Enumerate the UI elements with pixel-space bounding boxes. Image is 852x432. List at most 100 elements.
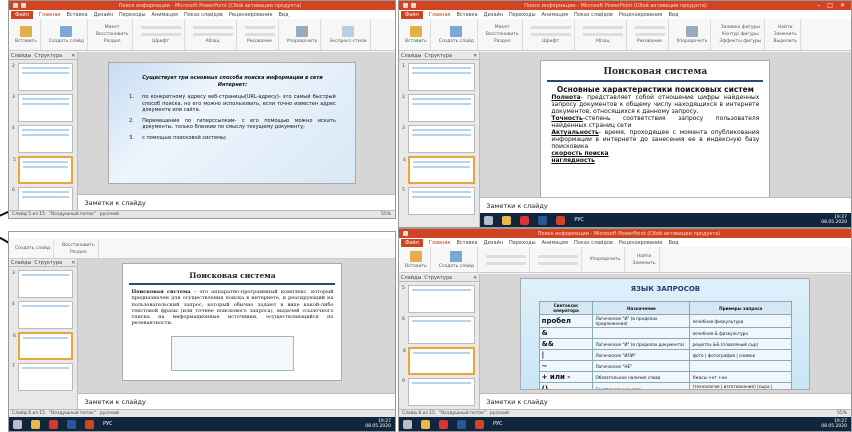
tab-animation[interactable]: Анимация bbox=[542, 12, 568, 18]
find-button[interactable]: Найти bbox=[778, 25, 793, 30]
tab-file[interactable]: Файл bbox=[401, 238, 423, 247]
explorer-icon[interactable] bbox=[502, 215, 512, 225]
start-icon[interactable] bbox=[484, 215, 494, 225]
tab-slides[interactable]: Слайды bbox=[401, 53, 421, 59]
new-slide-button[interactable]: Создать слайд bbox=[436, 247, 478, 272]
slide-canvas[interactable]: ЯЗЫК ЗАПРОСОВ Синтаксис оператора Назначе… bbox=[520, 278, 811, 390]
maximize-icon[interactable]: □ bbox=[825, 2, 835, 9]
select-button[interactable]: Выделить bbox=[773, 39, 797, 44]
tab-design[interactable]: Дизайн bbox=[94, 12, 113, 18]
save-icon[interactable] bbox=[403, 231, 408, 236]
word-icon[interactable] bbox=[457, 419, 466, 429]
undo-icon[interactable] bbox=[21, 3, 26, 8]
word-icon[interactable] bbox=[67, 419, 76, 429]
close-icon[interactable]: ✕ bbox=[473, 53, 479, 59]
explorer-icon[interactable] bbox=[421, 419, 430, 429]
tab-view[interactable]: Вид bbox=[668, 12, 678, 18]
tab-slideshow[interactable]: Показ слайдов bbox=[574, 240, 613, 246]
paste-button[interactable]: Вставить bbox=[12, 19, 41, 50]
notes-pane[interactable]: Заметки к слайду bbox=[78, 194, 395, 210]
section-button[interactable]: Раздел bbox=[494, 39, 511, 44]
arrange-button[interactable]: Упорядочить bbox=[587, 247, 625, 272]
effects-button[interactable]: Эффекты фигуры bbox=[719, 39, 761, 44]
chrome-icon[interactable] bbox=[49, 419, 58, 429]
tab-insert[interactable]: Вставка bbox=[66, 12, 87, 18]
tab-transitions[interactable]: Переходы bbox=[509, 240, 536, 246]
undo-icon[interactable] bbox=[411, 3, 416, 8]
paste-button[interactable]: Вставить bbox=[402, 19, 431, 50]
slide-thumbnail[interactable]: 6 bbox=[402, 316, 476, 344]
close-icon[interactable]: ✕ bbox=[838, 2, 847, 9]
arrange-button[interactable]: Упорядочить bbox=[284, 19, 322, 50]
tab-outline[interactable]: Структура bbox=[424, 275, 452, 281]
start-icon[interactable] bbox=[13, 419, 22, 429]
zoom-level[interactable]: 55% bbox=[381, 212, 395, 217]
tab-insert[interactable]: Вставка bbox=[456, 12, 477, 18]
quick-styles-button[interactable]: Экспресс-стили bbox=[326, 19, 371, 50]
tab-home[interactable]: Главная bbox=[429, 12, 451, 18]
paste-button[interactable]: Вставить bbox=[402, 247, 431, 272]
word-icon[interactable] bbox=[538, 215, 548, 225]
slide-thumbnail[interactable]: 4 bbox=[12, 125, 74, 153]
powerpoint-icon[interactable] bbox=[556, 215, 566, 225]
notes-pane[interactable]: Заметки к слайду bbox=[78, 393, 395, 409]
tab-view[interactable]: Вид bbox=[668, 240, 678, 246]
close-icon[interactable]: ✕ bbox=[71, 53, 77, 59]
slide-thumbnail-selected[interactable]: 6 bbox=[13, 332, 74, 360]
slide-thumbnail[interactable]: 5 bbox=[402, 187, 476, 215]
slide-thumbnail-selected[interactable]: 5 bbox=[13, 156, 74, 184]
tab-slideshow[interactable]: Показ слайдов bbox=[184, 12, 223, 18]
slide-thumbnail[interactable]: 6 bbox=[12, 187, 74, 210]
tab-review[interactable]: Рецензирование bbox=[619, 12, 663, 18]
slide-thumbnail[interactable]: 1 bbox=[402, 63, 476, 91]
slide-thumbnail-selected[interactable]: 8 bbox=[403, 347, 476, 375]
restore-button[interactable]: Восстановить bbox=[486, 32, 519, 37]
powerpoint-icon[interactable] bbox=[475, 419, 484, 429]
start-icon[interactable] bbox=[403, 419, 412, 429]
tab-slides[interactable]: Слайды bbox=[11, 53, 31, 59]
tab-transitions[interactable]: Переходы bbox=[119, 12, 146, 18]
replace-button[interactable]: Заменить bbox=[774, 32, 797, 37]
tab-outline[interactable]: Структура bbox=[34, 53, 62, 59]
layout-button[interactable]: Макет bbox=[105, 25, 120, 30]
slide-thumbnail[interactable]: 3 bbox=[402, 125, 476, 153]
tab-insert[interactable]: Вставка bbox=[456, 240, 477, 246]
tab-slides[interactable]: Слайды bbox=[11, 260, 31, 266]
tab-review[interactable]: Рецензирование bbox=[619, 240, 663, 246]
chrome-icon[interactable] bbox=[439, 419, 448, 429]
slide-thumbnail[interactable]: 3 bbox=[12, 94, 74, 122]
tab-outline[interactable]: Структура bbox=[424, 53, 452, 59]
new-slide-button[interactable]: Создать слайд bbox=[46, 19, 88, 50]
notes-pane[interactable]: Заметки к слайду bbox=[480, 197, 851, 213]
section-button[interactable]: Раздел bbox=[104, 39, 121, 44]
zoom-level[interactable]: 55% bbox=[837, 411, 851, 416]
tab-view[interactable]: Вид bbox=[278, 12, 288, 18]
tab-slides[interactable]: Слайды bbox=[401, 275, 421, 281]
fill-button[interactable]: Заливка фигуры bbox=[721, 25, 760, 30]
replace-button[interactable]: Заменить bbox=[633, 261, 656, 266]
tray-language[interactable]: РУС bbox=[103, 421, 113, 427]
tab-design[interactable]: Дизайн bbox=[484, 240, 503, 246]
tab-file[interactable]: Файл bbox=[11, 10, 33, 19]
tab-animation[interactable]: Анимация bbox=[542, 240, 568, 246]
tab-transitions[interactable]: Переходы bbox=[509, 12, 536, 18]
slide-thumbnail[interactable]: 2 bbox=[402, 94, 476, 122]
explorer-icon[interactable] bbox=[31, 419, 40, 429]
outline-button[interactable]: Контур фигуры bbox=[722, 32, 759, 37]
slide-thumbnail[interactable]: 4 bbox=[12, 301, 74, 329]
tray-language[interactable]: РУС bbox=[574, 217, 584, 223]
chrome-icon[interactable] bbox=[520, 215, 530, 225]
tab-file[interactable]: Файл bbox=[401, 10, 423, 19]
layout-button[interactable]: Макет bbox=[495, 25, 510, 30]
tray-language[interactable]: РУС bbox=[493, 421, 503, 427]
notes-pane[interactable]: Заметки к слайду bbox=[480, 393, 851, 409]
new-slide-button[interactable]: Создать слайд bbox=[436, 19, 478, 50]
tab-slideshow[interactable]: Показ слайдов bbox=[574, 12, 613, 18]
tab-animation[interactable]: Анимация bbox=[152, 12, 178, 18]
slide-thumbnail[interactable]: 9 bbox=[402, 378, 476, 406]
tab-review[interactable]: Рецензирование bbox=[229, 12, 273, 18]
minimize-icon[interactable]: – bbox=[815, 2, 822, 9]
save-icon[interactable] bbox=[403, 3, 408, 8]
close-icon[interactable]: ✕ bbox=[71, 260, 77, 266]
new-slide-button[interactable]: Создать слайд bbox=[12, 239, 55, 258]
